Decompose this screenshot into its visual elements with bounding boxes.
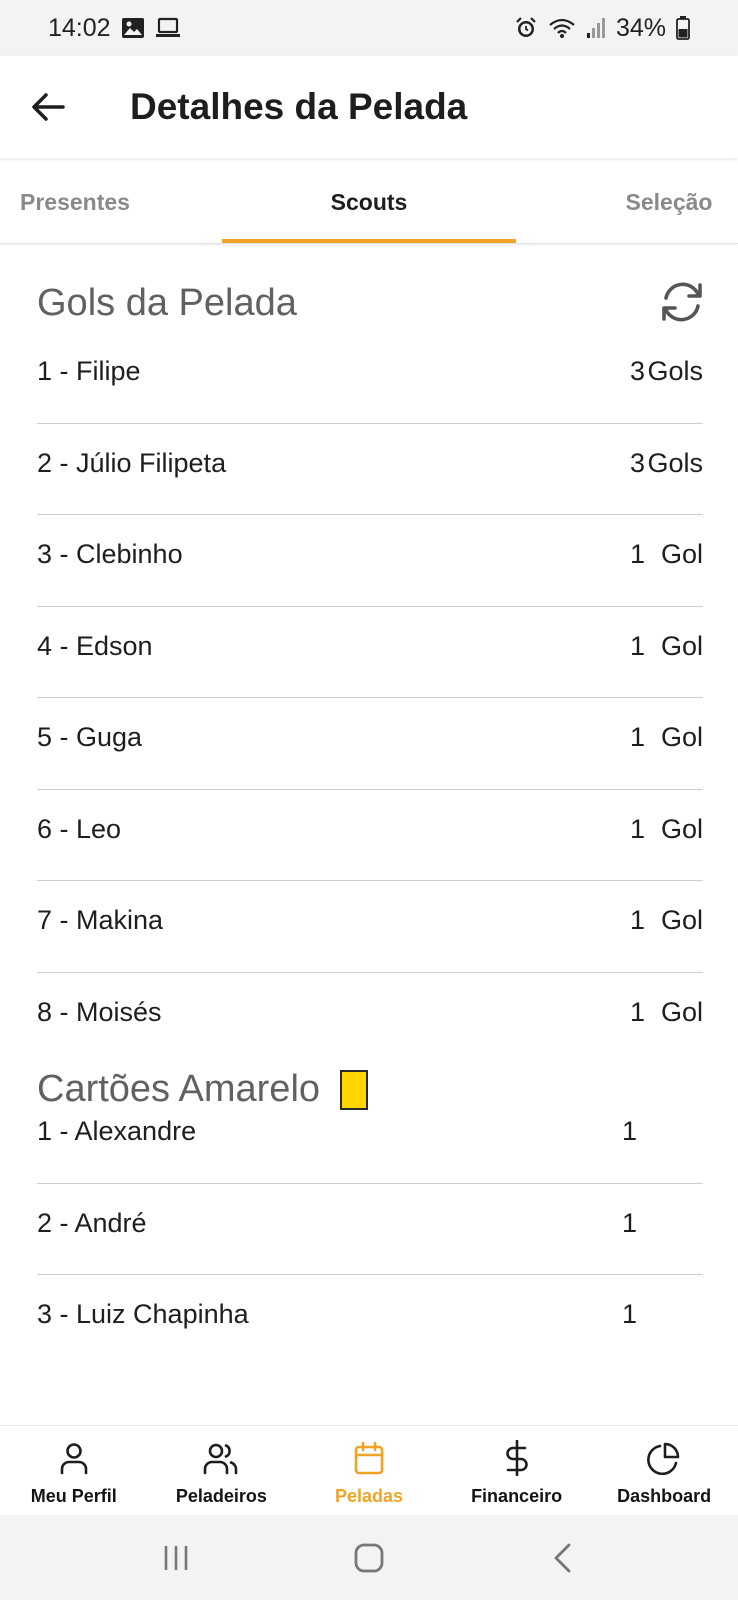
page-title: Detalhes da Pelada xyxy=(130,86,468,127)
player-name: 3 - Clebinho xyxy=(37,539,183,569)
goal-unit: Gol xyxy=(660,539,703,569)
goal-unit: Gols xyxy=(647,356,703,386)
arrow-left-icon xyxy=(32,93,65,121)
player-name: 2 - Júlio Filipeta xyxy=(37,447,227,478)
status-bar: 14:02 34% xyxy=(0,0,738,56)
user-icon xyxy=(58,1440,90,1476)
goal-count: 1 xyxy=(629,813,645,844)
nav-item-peladeiros[interactable]: Peladeiros xyxy=(148,1426,296,1515)
battery-percent: 34% xyxy=(615,13,666,42)
goal-unit: Gol xyxy=(660,905,703,935)
pie-chart-icon xyxy=(647,1440,681,1476)
goal-unit: Gol xyxy=(660,630,703,661)
player-name: 6 - Leo xyxy=(37,813,122,844)
card-count: 1 xyxy=(622,1299,638,1329)
status-right: 34% xyxy=(514,14,690,43)
nav-label: Peladas xyxy=(334,1486,403,1506)
goal-unit: Gol xyxy=(660,996,703,1027)
goal-count: 1 xyxy=(629,630,645,661)
tab-bar: Presentes Scouts Seleção xyxy=(0,160,738,244)
goals-list: 1 - Filipe 3 Gols 2 - Júlio Filipeta 3 G… xyxy=(37,332,703,1064)
player-name: 2 - André xyxy=(37,1207,147,1238)
goal-unit: Gol xyxy=(660,813,703,844)
goal-row[interactable]: 8 - Moisés 1 Gol xyxy=(37,973,703,1065)
laptop-icon xyxy=(155,17,181,39)
bottom-nav: Meu Perfil Peladeiros Peladas Financeiro… xyxy=(0,1425,738,1515)
status-left: 14:02 xyxy=(48,14,181,43)
card-row[interactable]: 2 - André 1 xyxy=(37,1184,703,1275)
goal-count: 1 xyxy=(629,722,645,752)
image-icon xyxy=(121,17,145,39)
card-count: 1 xyxy=(622,1207,638,1238)
refresh-button[interactable] xyxy=(654,274,710,330)
goal-row[interactable]: 1 - Filipe 3 Gols xyxy=(37,332,703,424)
recents-button[interactable] xyxy=(146,1528,206,1588)
goals-section-title: Gols da Pelada xyxy=(37,282,297,325)
back-button[interactable] xyxy=(18,77,78,137)
player-name: 5 - Guga xyxy=(37,722,143,752)
yellow-cards-list: 1 - Alexandre 1 2 - André 1 3 - Luiz Cha… xyxy=(37,1092,703,1367)
home-icon xyxy=(354,1543,384,1572)
refresh-icon xyxy=(662,282,702,322)
nav-label: Meu Perfil xyxy=(30,1486,117,1506)
goal-row[interactable]: 5 - Guga 1 Gol xyxy=(37,698,703,790)
dollar-icon xyxy=(504,1440,530,1476)
goal-row[interactable]: 6 - Leo 1 Gol xyxy=(37,790,703,881)
goal-count: 3 xyxy=(629,447,645,478)
recents-icon xyxy=(165,1545,188,1570)
tab-scouts[interactable]: Scouts xyxy=(222,160,516,244)
goal-count: 3 xyxy=(629,356,645,386)
goal-row[interactable]: 7 - Makina 1 Gol xyxy=(37,881,703,973)
scouts-content[interactable]: Gols da Pelada 1 - Filipe 3 Gols 2 - Júl… xyxy=(0,246,738,1426)
nav-item-financeiro[interactable]: Financeiro xyxy=(443,1426,591,1515)
users-icon xyxy=(203,1440,239,1476)
nav-label: Dashboard xyxy=(617,1486,712,1506)
signal-icon xyxy=(586,17,606,39)
calendar-icon xyxy=(353,1440,385,1476)
system-nav-bar xyxy=(0,1515,738,1600)
goal-row[interactable]: 4 - Edson 1 Gol xyxy=(37,607,703,698)
nav-item-dashboard[interactable]: Dashboard xyxy=(590,1426,738,1515)
player-name: 8 - Moisés xyxy=(37,996,162,1027)
nav-item-meu-perfil[interactable]: Meu Perfil xyxy=(0,1426,148,1515)
goal-row[interactable]: 2 - Júlio Filipeta 3 Gols xyxy=(37,424,703,515)
home-button[interactable] xyxy=(339,1528,399,1588)
player-name: 1 - Alexandre xyxy=(37,1116,197,1146)
wifi-icon xyxy=(548,17,576,39)
card-count: 1 xyxy=(622,1116,638,1146)
card-row[interactable]: 3 - Luiz Chapinha 1 xyxy=(37,1275,703,1367)
nav-item-peladas[interactable]: Peladas xyxy=(295,1426,443,1515)
tab-selecao[interactable]: Seleção xyxy=(600,160,738,244)
player-name: 7 - Makina xyxy=(37,905,164,935)
goal-unit: Gol xyxy=(660,722,703,752)
player-name: 4 - Edson xyxy=(37,630,153,661)
goal-unit: Gols xyxy=(647,447,703,478)
goal-count: 1 xyxy=(629,905,645,935)
player-name: 1 - Filipe xyxy=(37,356,141,386)
nav-label: Financeiro xyxy=(471,1486,563,1506)
battery-icon xyxy=(676,16,690,40)
goal-count: 1 xyxy=(629,539,645,569)
player-name: 3 - Luiz Chapinha xyxy=(37,1299,249,1329)
alarm-icon xyxy=(514,16,538,40)
nav-label: Peladeiros xyxy=(175,1486,267,1506)
app-bar: Detalhes da Pelada xyxy=(0,56,738,158)
card-row[interactable]: 1 - Alexandre 1 xyxy=(37,1092,703,1184)
goal-count: 1 xyxy=(629,996,645,1027)
goal-row[interactable]: 3 - Clebinho 1 Gol xyxy=(37,515,703,607)
tab-presentes[interactable]: Presentes xyxy=(0,160,150,244)
system-back-button[interactable] xyxy=(532,1528,592,1588)
goals-title: Gols da Pelada xyxy=(37,282,297,324)
back-icon xyxy=(554,1543,571,1572)
status-time: 14:02 xyxy=(48,13,111,42)
active-tab-indicator xyxy=(222,239,516,243)
